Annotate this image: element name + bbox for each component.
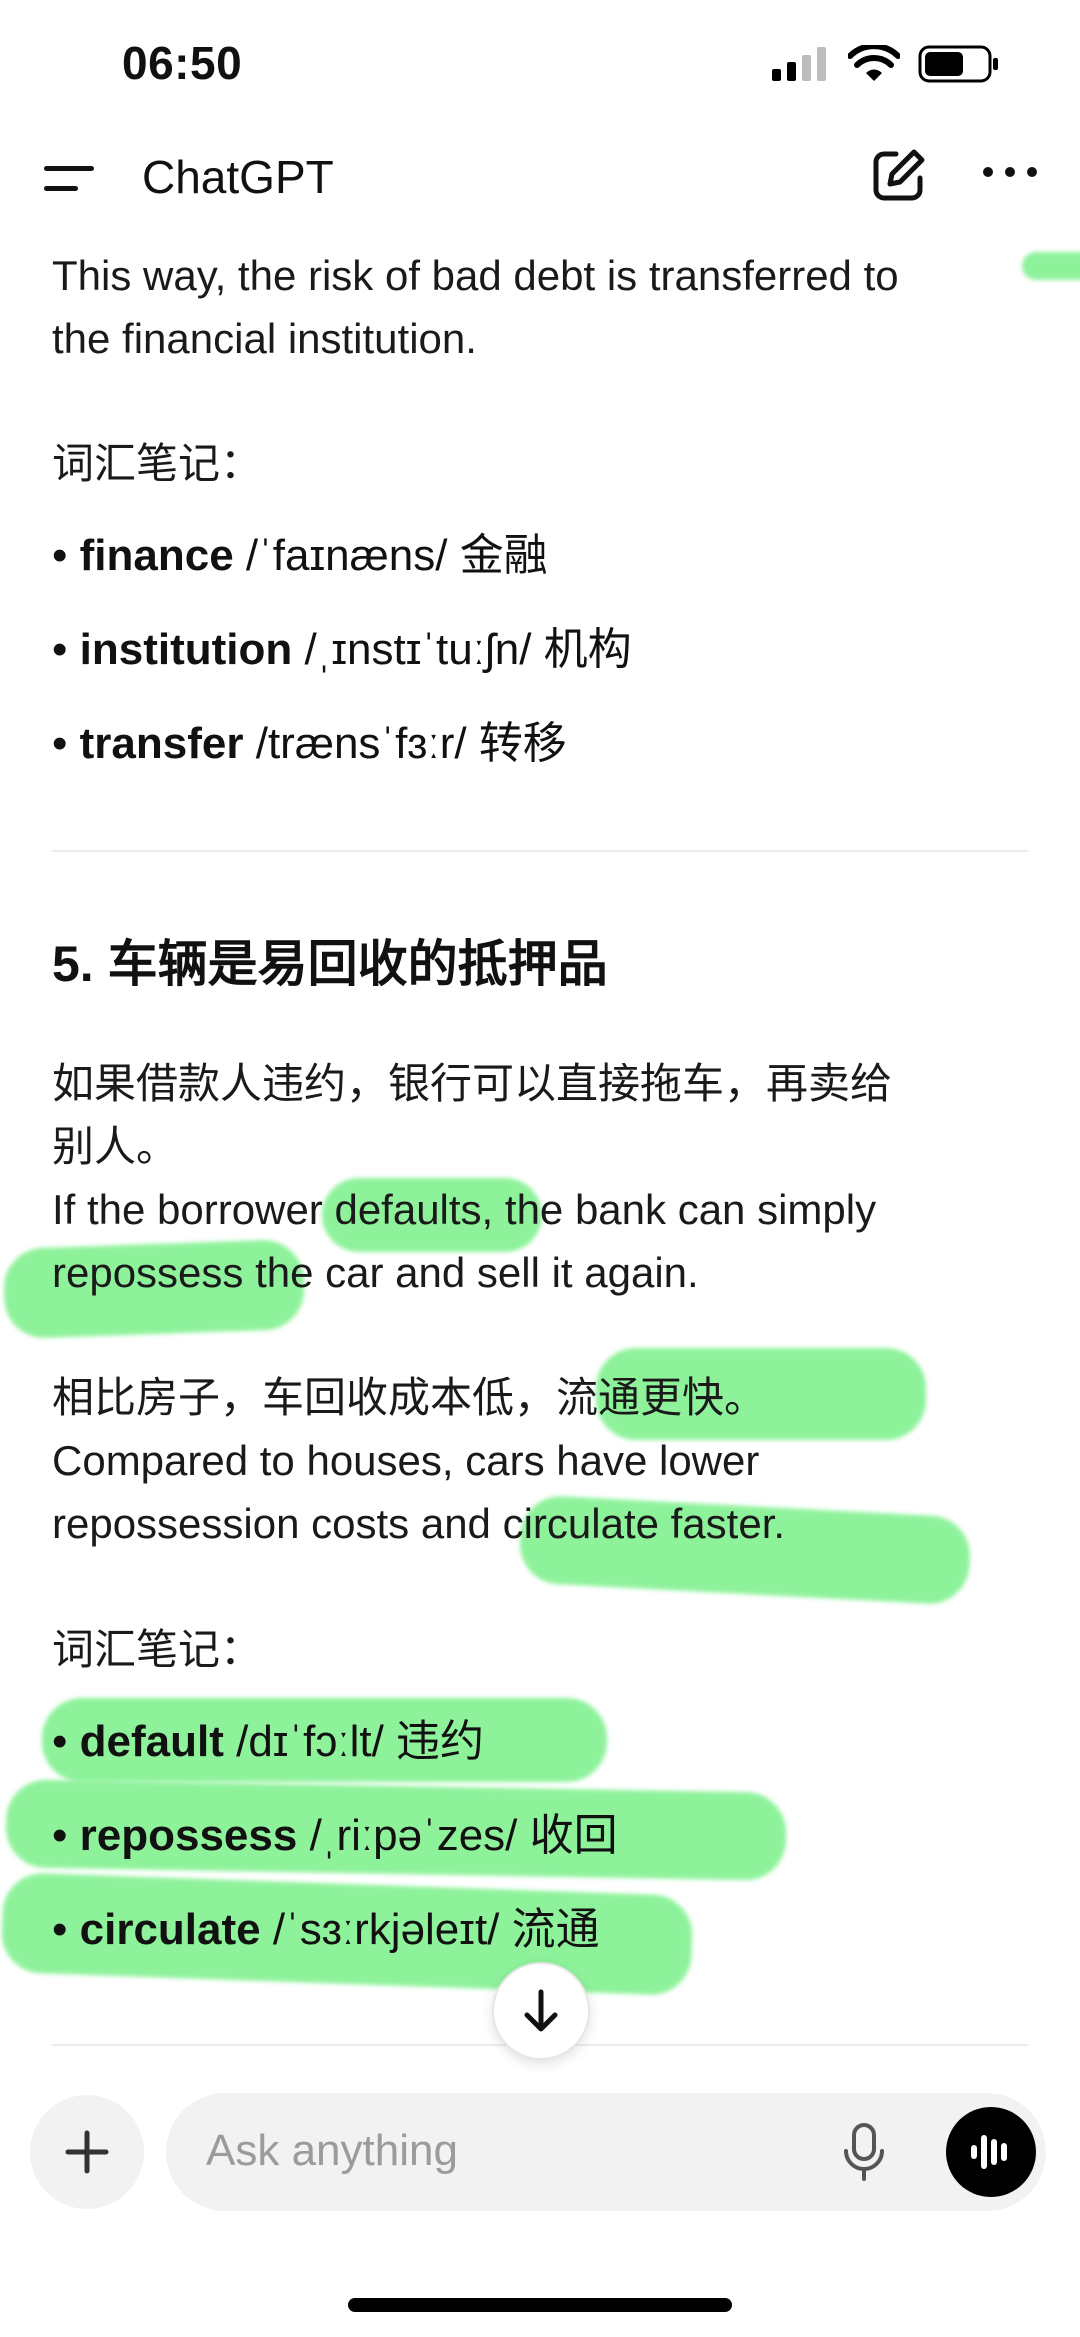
vocab-item: • finance /ˈfaɪnæns/ 金融 [52,531,548,580]
status-time: 06:50 [122,37,243,89]
vocab-word: default [79,1717,224,1766]
message-input-placeholder[interactable]: Ask anything [206,2126,458,2176]
voice-mode-button[interactable] [946,2107,1036,2197]
vocab-item: • transfer /trænsˈfɜːr/ 转移 [52,719,567,768]
status-bar: 06:50 [0,0,1080,130]
voice-waveform-icon [971,2135,1007,2169]
vocab-ipa: /trænsˈfɜːr/ [255,719,467,768]
vocab-item: • circulate /ˈsɜːrkjəleɪt/ 流通 [52,1905,600,1954]
wifi-icon [848,45,900,81]
vocab-ipa: /ˌɪnstɪˈtuːʃn/ [304,625,532,674]
vocab-ipa: /ˌriːpəˈzes/ [309,1811,518,1860]
home-indicator [348,2298,732,2312]
assistant-message: This way, the risk of bad debt is transf… [0,196,1080,2046]
paragraph-english: This way, the risk of bad debt is transf… [52,252,899,299]
paragraph-english: Compared to houses, cars have lower [52,1437,760,1484]
vocab-item: • institution /ˌɪnstɪˈtuːʃn/ 机构 [52,625,632,674]
app-title[interactable]: ChatGPT [142,150,334,204]
paragraph-chinese: 如果借款人违约，银行可以直接拖车，再卖给 [52,1060,893,1107]
message-input[interactable]: Ask anything [166,2093,1046,2211]
paragraph-chinese: 别人。 [52,1123,179,1170]
vocab-ipa: /dɪˈfɔːlt/ [236,1717,384,1766]
vocab-notes-label: 词汇笔记： [52,1626,263,1673]
section-divider [52,850,1028,852]
plus-icon [65,2130,109,2174]
paragraph-english: the financial institution. [52,315,477,362]
vocab-meaning: 机构 [543,625,632,674]
vocab-word: institution [79,625,293,674]
vocab-meaning: 金融 [459,531,548,580]
menu-icon[interactable] [44,160,100,200]
battery-icon [918,45,998,83]
vocab-word: circulate [79,1905,261,1954]
vocab-ipa: /ˈsɜːrkjəleɪt/ [272,1905,500,1954]
vocab-word: finance [79,531,234,580]
vocab-notes-label: 词汇笔记： [52,440,263,487]
cellular-signal-icon [772,47,826,81]
paragraph-english: repossession costs and circulate faster. [52,1500,786,1547]
paragraph-english: repossess the car and sell it again. [52,1249,699,1296]
arrow-down-icon [524,1989,558,2032]
highlight-stroke [1022,252,1080,280]
more-icon[interactable] [980,152,1040,192]
vocab-meaning: 流通 [511,1905,600,1954]
new-chat-edit-icon[interactable] [868,144,930,206]
vocab-meaning: 违约 [396,1717,485,1766]
vocab-meaning: 转移 [478,719,567,768]
vocab-word: repossess [79,1811,298,1860]
vocab-item: • repossess /ˌriːpəˈzes/ 收回 [52,1811,618,1860]
status-icons [772,44,1000,84]
vocab-item: • default /dɪˈfɔːlt/ 违约 [52,1717,485,1766]
add-attachment-button[interactable] [30,2095,144,2209]
app-header: ChatGPT [0,130,1080,230]
vocab-ipa: /ˈfaɪnæns/ [245,531,448,580]
paragraph-english: If the borrower defaults, the bank can s… [52,1186,877,1233]
vocab-meaning: 收回 [529,1811,618,1860]
microphone-icon[interactable] [842,2121,886,2183]
section-heading: 5. 车辆是易回收的抵押品 [52,936,608,992]
scroll-to-bottom-button[interactable] [492,1962,590,2060]
vocab-word: transfer [79,719,244,768]
paragraph-chinese: 相比房子，车回收成本低，流通更快。 [52,1374,767,1421]
